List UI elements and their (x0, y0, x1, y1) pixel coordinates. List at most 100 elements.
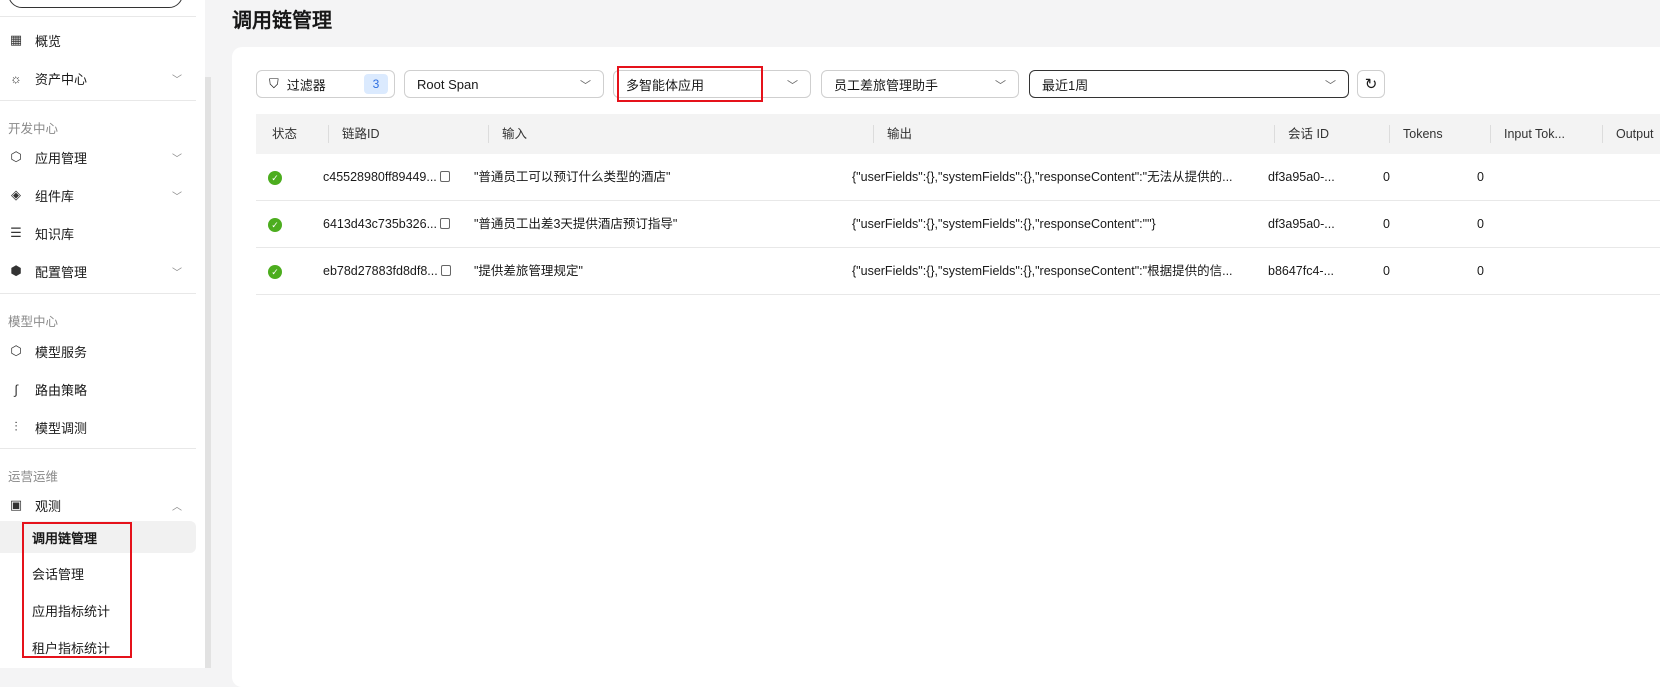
sidebar-item-config[interactable]: ⬢ 配置管理 ﹀ (8, 255, 196, 287)
input-cell: "提供差旅管理规定" (474, 264, 583, 278)
tokens-cell: 0 (1383, 217, 1390, 231)
sidebar-item-routing[interactable]: ∫ 路由策略 (8, 373, 196, 405)
sidebar-subitem-session[interactable]: 会话管理 (0, 557, 196, 589)
divider (0, 448, 196, 449)
span-type-select[interactable]: Root Span ﹀ (404, 70, 604, 98)
sidebar-item-label: 观测 (35, 498, 62, 514)
sidebar: ▦ 概览 ☼ 资产中心 ﹀ 开发中心 ⬡ 应用管理 ﹀ ◈ 组件库 ﹀ ☰ 知识库 ⬢ 配置管理 ﹀… (0, 0, 205, 668)
sidebar-scrollbar[interactable] (205, 77, 211, 668)
group-label: 开发中心 (8, 122, 59, 136)
sidebar-item-label: 组件库 (35, 188, 75, 204)
input-tokens-cell: 0 (1477, 264, 1484, 278)
filter-icon: ⛉ (269, 76, 279, 91)
session-id-cell[interactable]: df3a95a0-... (1268, 154, 1335, 201)
input-cell: "普通员工可以预订什么类型的酒店" (474, 170, 671, 184)
select-value: 多智能体应用 (626, 77, 705, 93)
column-header-input[interactable]: 输入 (488, 114, 527, 154)
sidebar-item-components[interactable]: ◈ 组件库 ﹀ (8, 179, 196, 211)
grid-icon: ▦ (9, 32, 23, 47)
monitor-icon: ▣ (9, 497, 23, 512)
copy-icon[interactable] (440, 265, 451, 276)
table-header: 状态 链路ID 输入 输出 会话 ID Tokens Input Tok... … (256, 114, 1660, 154)
group-label: 模型中心 (8, 315, 59, 329)
sidebar-item-label: 概览 (35, 33, 62, 49)
bulb-icon: ☼ (10, 70, 22, 86)
tokens-cell: 0 (1383, 264, 1390, 278)
sidebar-item-label: 知识库 (35, 226, 75, 242)
column-header-output-tokens[interactable]: Output (1602, 114, 1654, 154)
divider (0, 16, 196, 17)
output-cell: {"userFields":{},"systemFields":{},"resp… (852, 170, 1233, 184)
chevron-down-icon: ﹀ (787, 80, 798, 92)
sidebar-item-label: 调用链管理 (32, 530, 98, 546)
sidebar-subitem-trace[interactable]: 调用链管理 (0, 521, 196, 553)
session-id-cell[interactable]: df3a95a0-... (1268, 201, 1335, 248)
trace-id-cell[interactable]: c45528980ff89449... (323, 154, 450, 201)
divider (0, 293, 196, 294)
chevron-down-icon: ﹀ (172, 191, 182, 203)
sidebar-item-knowledge[interactable]: ☰ 知识库 (8, 217, 196, 249)
input-cell: "普通员工出差3天提供酒店预订指导" (474, 217, 678, 231)
time-range-select[interactable]: 最近1周 ﹀ (1029, 70, 1349, 98)
select-value: 最近1周 (1042, 77, 1089, 93)
sidebar-item-label: 资产中心 (35, 71, 88, 87)
sidebar-item-model-service[interactable]: ⬡ 模型服务 (8, 335, 196, 367)
select-value: 员工差旅管理助手 (834, 77, 939, 93)
column-header-session-id[interactable]: 会话 ID (1274, 114, 1329, 154)
sidebar-item-assets[interactable]: ☼ 资产中心 ﹀ (8, 62, 196, 94)
table-row[interactable]: ✓ c45528980ff89449... "普通员工可以预订什么类型的酒店" … (256, 154, 1660, 201)
input-tokens-cell: 0 (1477, 170, 1484, 184)
chevron-down-icon: ﹀ (1325, 80, 1336, 92)
app-name-select[interactable]: 员工差旅管理助手 ﹀ (821, 70, 1019, 98)
output-cell: {"userFields":{},"systemFields":{},"resp… (852, 217, 1156, 231)
sidebar-item-label: 租户指标统计 (32, 640, 111, 656)
chevron-down-icon: ﹀ (172, 153, 182, 165)
settings-hex-icon: ⬢ (10, 263, 22, 278)
sidebar-item-label: 模型调测 (35, 420, 88, 436)
tokens-cell: 0 (1383, 170, 1390, 184)
column-header-input-tokens[interactable]: Input Tok... (1490, 114, 1565, 154)
model-hex-icon: ⬡ (10, 343, 22, 358)
chevron-up-icon: ︿ (172, 501, 182, 513)
trace-id-cell[interactable]: eb78d27883fd8df8... (323, 248, 451, 295)
sidebar-subitem-app-metrics[interactable]: 应用指标统计 (0, 594, 196, 626)
sidebar-item-label: 应用指标统计 (32, 603, 111, 619)
table-row[interactable]: ✓ 6413d43c735b326... "普通员工出差3天提供酒店预订指导" … (256, 201, 1660, 248)
column-header-tokens[interactable]: Tokens (1389, 114, 1443, 154)
app-type-select[interactable]: 多智能体应用 ﹀ (613, 70, 811, 98)
column-header-trace-id[interactable]: 链路ID (328, 114, 380, 154)
filter-label: 过滤器 (286, 77, 326, 93)
sidebar-item-label: 路由策略 (35, 382, 88, 398)
sliders-icon: ⫶ (14, 419, 18, 434)
sidebar-top-button[interactable] (8, 0, 183, 8)
refresh-button[interactable]: ↻ (1357, 70, 1385, 98)
success-status-icon: ✓ (268, 218, 282, 232)
table-row[interactable]: ✓ eb78d27883fd8df8... "提供差旅管理规定" {"userF… (256, 248, 1660, 295)
sidebar-item-model-test[interactable]: ⫶ 模型调测 (8, 411, 196, 443)
sidebar-item-app-management[interactable]: ⬡ 应用管理 ﹀ (8, 141, 196, 173)
group-label: 运营运维 (8, 470, 59, 484)
cube-icon: ⬡ (10, 149, 22, 164)
sidebar-item-overview[interactable]: ▦ 概览 (8, 24, 196, 56)
sidebar-item-observe[interactable]: ▣ 观测 ︿ (8, 489, 196, 521)
column-header-status: 状态 (272, 127, 298, 141)
success-status-icon: ✓ (268, 171, 282, 185)
page-title: 调用链管理 (232, 10, 332, 32)
output-cell: {"userFields":{},"systemFields":{},"resp… (852, 264, 1233, 278)
database-icon: ☰ (10, 225, 22, 240)
sidebar-item-label: 应用管理 (35, 150, 88, 166)
column-header-output[interactable]: 输出 (873, 114, 912, 154)
layers-icon: ◈ (11, 187, 21, 202)
sidebar-item-label: 配置管理 (35, 264, 88, 280)
trace-id-cell[interactable]: 6413d43c735b326... (323, 201, 450, 248)
session-id-cell[interactable]: b8647fc4-... (1268, 248, 1334, 295)
route-icon: ∫ (14, 381, 18, 397)
copy-icon[interactable] (440, 218, 450, 229)
chevron-down-icon: ﹀ (172, 74, 182, 86)
sidebar-subitem-tenant-metrics[interactable]: 租户指标统计 (0, 631, 196, 663)
filter-button[interactable]: ⛉ 过滤器 3 (256, 70, 395, 98)
chevron-down-icon: ﹀ (995, 80, 1006, 92)
sidebar-item-label: 会话管理 (32, 566, 85, 582)
divider (0, 100, 196, 101)
copy-icon[interactable] (439, 171, 450, 182)
